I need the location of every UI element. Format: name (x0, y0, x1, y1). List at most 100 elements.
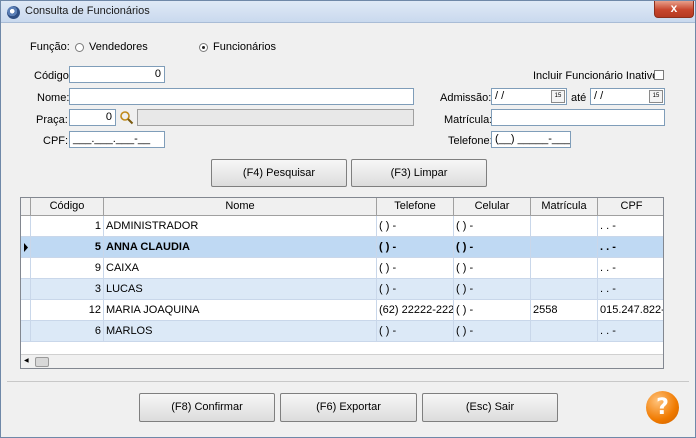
search-icon[interactable] (119, 110, 134, 125)
table-row[interactable]: 12 MARIA JOAQUINA (62) 22222-2222( ) -2558… (21, 300, 663, 321)
table-row[interactable]: 3 LUCAS( ) -( ) -. . - (21, 279, 663, 300)
cell-codigo: 1 (31, 216, 104, 237)
praca-label: Praça: (36, 114, 68, 126)
cell-nome: MARIA JOAQUINA (104, 300, 377, 321)
cell-cpf: 015.247.822-11 (598, 300, 663, 321)
app-icon (7, 6, 20, 19)
admissao-label: Admissão: (440, 92, 492, 104)
column-header-telefone[interactable]: Telefone (377, 198, 454, 216)
nome-field[interactable] (69, 88, 414, 105)
cell-telefone: ( ) - (377, 237, 454, 258)
cell-cpf: . . - (598, 279, 663, 300)
admissao-ate-label: até (571, 92, 587, 104)
cell-matricula (531, 258, 598, 279)
cell-matricula (531, 321, 598, 342)
footer-divider (7, 381, 689, 382)
horizontal-scrollbar[interactable]: ◀ (21, 354, 663, 368)
admissao-to-field[interactable]: / / 15 (590, 88, 665, 105)
table-row[interactable]: 6 MARLOS( ) -( ) -. . - (21, 321, 663, 342)
row-indicator (21, 258, 31, 279)
close-button[interactable]: x (654, 1, 694, 18)
cell-codigo: 5 (31, 237, 104, 258)
sair-button[interactable]: (Esc) Sair (422, 393, 558, 422)
cell-matricula (531, 237, 598, 258)
column-header-cpf[interactable]: CPF (598, 198, 663, 216)
cell-nome: ADMINISTRADOR (104, 216, 377, 237)
telefone-field[interactable]: (__) _____-____ (491, 131, 571, 148)
radio-vendedores[interactable] (75, 43, 84, 52)
codigo-field[interactable]: 0 (69, 66, 165, 83)
admissao-from-field[interactable]: / / 15 (491, 88, 567, 105)
scroll-left-arrow-icon[interactable]: ◀ (24, 357, 29, 364)
cell-celular: ( ) - (454, 216, 531, 237)
window-title: Consulta de Funcionários (25, 5, 150, 17)
cell-nome: ANNA CLAUDIA (104, 237, 377, 258)
limpar-button[interactable]: (F3) Limpar (351, 159, 487, 187)
incluir-inativo-label: Incluir Funcionário Inativo: (533, 70, 662, 82)
confirmar-button[interactable]: (F8) Confirmar (139, 393, 275, 422)
cell-celular: ( ) - (454, 321, 531, 342)
matricula-label: Matrícula: (444, 114, 493, 126)
admissao-from-value: / / (495, 90, 505, 102)
row-indicator (21, 216, 31, 237)
row-indicator (21, 321, 31, 342)
admissao-to-value: / / (594, 90, 604, 102)
cell-cpf: . . - (598, 258, 663, 279)
cell-cpf: . . - (598, 237, 663, 258)
cell-telefone: (62) 22222-2222 (377, 300, 454, 321)
hscrollbar-thumb[interactable] (35, 357, 49, 367)
matricula-field[interactable] (491, 109, 665, 126)
cell-telefone: ( ) - (377, 258, 454, 279)
radio-vendedores-label: Vendedores (89, 41, 148, 53)
grid-header: Código Nome Telefone Celular Matrícula C… (21, 198, 663, 216)
radio-funcionarios-label: Funcionários (213, 41, 276, 53)
help-icon[interactable]: ? (646, 391, 679, 424)
column-header-nome[interactable]: Nome (104, 198, 377, 216)
incluir-inativo-checkbox[interactable] (654, 70, 664, 80)
calendar-icon[interactable]: 15 (649, 90, 663, 103)
cell-nome: MARLOS (104, 321, 377, 342)
cell-codigo: 9 (31, 258, 104, 279)
row-indicator (21, 300, 31, 321)
cell-codigo: 3 (31, 279, 104, 300)
pesquisar-button[interactable]: (F4) Pesquisar (211, 159, 347, 187)
cell-cpf: . . - (598, 321, 663, 342)
cell-matricula (531, 216, 598, 237)
cell-celular: ( ) - (454, 258, 531, 279)
cell-celular: ( ) - (454, 279, 531, 300)
column-header-codigo[interactable]: Código (31, 198, 104, 216)
funcionarios-grid[interactable]: Código Nome Telefone Celular Matrícula C… (20, 197, 664, 369)
cell-matricula: 2558 (531, 300, 598, 321)
cell-celular: ( ) - (454, 300, 531, 321)
cell-telefone: ( ) - (377, 216, 454, 237)
exportar-button[interactable]: (F6) Exportar (280, 393, 417, 422)
telefone-label: Telefone: (448, 135, 493, 147)
current-row-arrow-icon (24, 243, 28, 252)
cell-nome: LUCAS (104, 279, 377, 300)
radio-funcionarios[interactable] (199, 43, 208, 52)
cpf-field[interactable]: ___.___.___-__ (69, 131, 165, 148)
consulta-funcionarios-window: Consulta de Funcionários x Função: Vende… (0, 0, 696, 438)
praca-description-field (137, 109, 414, 126)
row-indicator (21, 279, 31, 300)
codigo-label: Código: (34, 70, 72, 82)
table-row[interactable]: 9 CAIXA( ) -( ) -. . - (21, 258, 663, 279)
cell-nome: CAIXA (104, 258, 377, 279)
table-row[interactable]: 1 ADMINISTRADOR( ) -( ) -. . - (21, 216, 663, 237)
calendar-icon[interactable]: 15 (551, 90, 565, 103)
cell-matricula (531, 279, 598, 300)
cell-cpf: . . - (598, 216, 663, 237)
cell-telefone: ( ) - (377, 279, 454, 300)
cpf-label: CPF: (43, 135, 69, 147)
row-indicator (21, 237, 31, 258)
cell-codigo: 12 (31, 300, 104, 321)
column-header-celular[interactable]: Celular (454, 198, 531, 216)
title-bar[interactable]: Consulta de Funcionários x (1, 1, 695, 23)
indicator-header (21, 198, 31, 216)
table-row[interactable]: 5 ANNA CLAUDIA( ) -( ) -. . - (21, 237, 663, 258)
praca-code-field[interactable]: 0 (69, 109, 116, 126)
nome-label: Nome: (37, 92, 70, 104)
cell-codigo: 6 (31, 321, 104, 342)
cell-telefone: ( ) - (377, 321, 454, 342)
column-header-matricula[interactable]: Matrícula (531, 198, 598, 216)
